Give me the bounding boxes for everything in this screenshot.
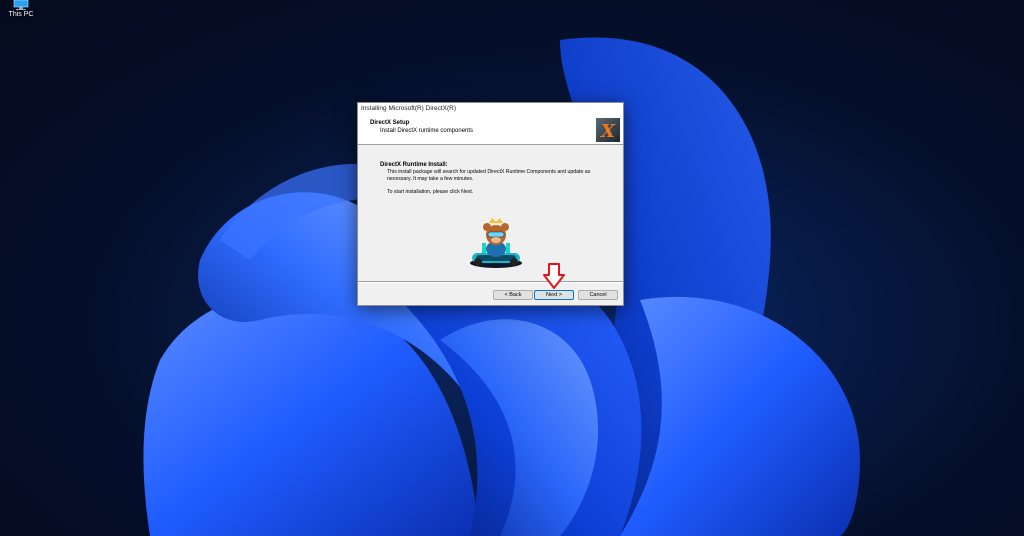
cancel-button[interactable]: Cancel — [578, 290, 618, 300]
logo-letter: X — [600, 121, 616, 142]
red-down-arrow-icon — [543, 263, 565, 289]
content-title: DirectX Runtime Install: — [380, 162, 448, 168]
computer-icon — [13, 0, 29, 10]
directx-x-logo-icon: X — [596, 118, 620, 142]
content-description: This install package will search for upd… — [387, 169, 591, 182]
desktop-icon-this-pc[interactable]: This PC — [4, 0, 38, 18]
header-title: DirectX Setup — [370, 120, 410, 126]
bear-mascot-image — [470, 218, 522, 268]
window-title-bar[interactable]: Installing Microsoft(R) DirectX(R) — [358, 103, 623, 115]
header-panel: DirectX Setup Install DirectX runtime co… — [358, 115, 623, 145]
content-area: DirectX Runtime Install: This install pa… — [358, 145, 623, 281]
button-separator — [358, 281, 623, 283]
desktop: This PC Installing Microsoft(R) DirectX(… — [0, 0, 1024, 536]
next-button[interactable]: Next > — [534, 290, 574, 300]
header-subtitle: Install DirectX runtime components — [380, 128, 474, 134]
content-start-hint: To start installation, please click Next… — [387, 189, 474, 195]
back-button[interactable]: < Back — [493, 290, 533, 300]
desktop-icon-label: This PC — [8, 11, 34, 18]
window-title: Installing Microsoft(R) DirectX(R) — [361, 105, 456, 112]
directx-setup-dialog: Installing Microsoft(R) DirectX(R) Direc… — [357, 102, 624, 306]
